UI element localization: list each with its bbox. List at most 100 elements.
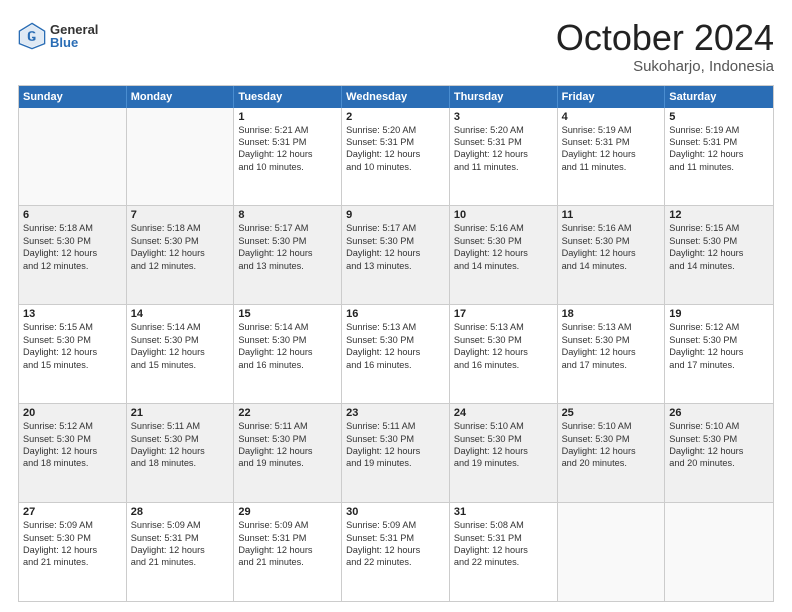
calendar-cell: 13 Sunrise: 5:15 AM Sunset: 5:30 PM Dayli… — [19, 305, 127, 403]
page: General Blue October 2024 Sukoharjo, Ind… — [0, 0, 792, 612]
day-info: Sunrise: 5:12 AM Sunset: 5:30 PM Dayligh… — [669, 322, 743, 369]
day-info: Sunrise: 5:10 AM Sunset: 5:30 PM Dayligh… — [454, 421, 528, 468]
calendar-cell: 20 Sunrise: 5:12 AM Sunset: 5:30 PM Dayli… — [19, 404, 127, 502]
day-number: 22 — [238, 407, 337, 419]
calendar-cell — [558, 503, 666, 601]
calendar-cell: 6Sunrise: 5:18 AM Sunset: 5:30 PM Daylig… — [19, 206, 127, 304]
calendar-row: 20 Sunrise: 5:12 AM Sunset: 5:30 PM Dayli… — [19, 403, 773, 502]
calendar-cell: 16Sunrise: 5:13 AM Sunset: 5:30 PM Dayli… — [342, 305, 450, 403]
calendar-cell: 24 Sunrise: 5:10 AM Sunset: 5:30 PM Dayli… — [450, 404, 558, 502]
calendar-cell: 7 Sunrise: 5:18 AM Sunset: 5:30 PM Daylig… — [127, 206, 235, 304]
day-number: 13 — [23, 308, 122, 320]
calendar-row: 1 Sunrise: 5:21 AM Sunset: 5:31 PM Daylig… — [19, 108, 773, 206]
day-info: Sunrise: 5:10 AM Sunset: 5:30 PM Dayligh… — [562, 421, 636, 468]
day-info: Sunrise: 5:08 AM Sunset: 5:31 PM Dayligh… — [454, 520, 528, 567]
calendar-cell: 28Sunrise: 5:09 AM Sunset: 5:31 PM Dayli… — [127, 503, 235, 601]
day-info: Sunrise: 5:11 AM Sunset: 5:30 PM Dayligh… — [346, 421, 420, 468]
weekday-header: Tuesday — [234, 86, 342, 108]
day-number: 14 — [131, 308, 230, 320]
header: General Blue October 2024 Sukoharjo, Ind… — [18, 18, 774, 75]
day-info: Sunrise: 5:17 AM Sunset: 5:30 PM Dayligh… — [238, 223, 312, 270]
day-number: 29 — [238, 506, 337, 518]
day-number: 5 — [669, 111, 769, 123]
day-info: Sunrise: 5:11 AM Sunset: 5:30 PM Dayligh… — [131, 421, 205, 468]
day-info: Sunrise: 5:09 AM Sunset: 5:31 PM Dayligh… — [346, 520, 420, 567]
day-info: Sunrise: 5:19 AM Sunset: 5:31 PM Dayligh… — [562, 125, 636, 172]
calendar-cell — [19, 108, 127, 206]
calendar-cell: 9Sunrise: 5:17 AM Sunset: 5:30 PM Daylig… — [342, 206, 450, 304]
day-info: Sunrise: 5:09 AM Sunset: 5:30 PM Dayligh… — [23, 520, 97, 567]
day-info: Sunrise: 5:18 AM Sunset: 5:30 PM Dayligh… — [23, 223, 97, 270]
calendar-cell: 23 Sunrise: 5:11 AM Sunset: 5:30 PM Dayli… — [342, 404, 450, 502]
calendar-row: 6Sunrise: 5:18 AM Sunset: 5:30 PM Daylig… — [19, 205, 773, 304]
calendar-cell: 29 Sunrise: 5:09 AM Sunset: 5:31 PM Dayli… — [234, 503, 342, 601]
weekday-header: Monday — [127, 86, 235, 108]
day-number: 17 — [454, 308, 553, 320]
calendar-cell: 15 Sunrise: 5:14 AM Sunset: 5:30 PM Dayli… — [234, 305, 342, 403]
day-number: 20 — [23, 407, 122, 419]
day-number: 28 — [131, 506, 230, 518]
calendar-cell: 31Sunrise: 5:08 AM Sunset: 5:31 PM Dayli… — [450, 503, 558, 601]
day-info: Sunrise: 5:16 AM Sunset: 5:30 PM Dayligh… — [454, 223, 528, 270]
day-info: Sunrise: 5:20 AM Sunset: 5:31 PM Dayligh… — [454, 125, 528, 172]
day-number: 19 — [669, 308, 769, 320]
day-info: Sunrise: 5:13 AM Sunset: 5:30 PM Dayligh… — [454, 322, 528, 369]
day-info: Sunrise: 5:12 AM Sunset: 5:30 PM Dayligh… — [23, 421, 97, 468]
calendar-cell — [127, 108, 235, 206]
day-info: Sunrise: 5:13 AM Sunset: 5:30 PM Dayligh… — [562, 322, 636, 369]
calendar-cell: 22 Sunrise: 5:11 AM Sunset: 5:30 PM Dayli… — [234, 404, 342, 502]
day-info: Sunrise: 5:20 AM Sunset: 5:31 PM Dayligh… — [346, 125, 420, 172]
day-number: 16 — [346, 308, 445, 320]
weekday-header: Friday — [558, 86, 666, 108]
logo-blue-text: Blue — [50, 36, 98, 49]
day-info: Sunrise: 5:17 AM Sunset: 5:30 PM Dayligh… — [346, 223, 420, 270]
calendar: SundayMondayTuesdayWednesdayThursdayFrid… — [18, 85, 774, 602]
day-number: 11 — [562, 209, 661, 221]
day-info: Sunrise: 5:14 AM Sunset: 5:30 PM Dayligh… — [238, 322, 312, 369]
day-number: 3 — [454, 111, 553, 123]
day-info: Sunrise: 5:14 AM Sunset: 5:30 PM Dayligh… — [131, 322, 205, 369]
day-number: 8 — [238, 209, 337, 221]
calendar-row: 13 Sunrise: 5:15 AM Sunset: 5:30 PM Dayli… — [19, 304, 773, 403]
weekday-header: Saturday — [665, 86, 773, 108]
logo-text: General Blue — [50, 23, 98, 49]
day-info: Sunrise: 5:09 AM Sunset: 5:31 PM Dayligh… — [238, 520, 312, 567]
calendar-cell: 12Sunrise: 5:15 AM Sunset: 5:30 PM Dayli… — [665, 206, 773, 304]
calendar-body: 1 Sunrise: 5:21 AM Sunset: 5:31 PM Daylig… — [19, 108, 773, 601]
calendar-cell: 19 Sunrise: 5:12 AM Sunset: 5:30 PM Dayli… — [665, 305, 773, 403]
calendar-cell: 11 Sunrise: 5:16 AM Sunset: 5:30 PM Dayli… — [558, 206, 666, 304]
calendar-header: SundayMondayTuesdayWednesdayThursdayFrid… — [19, 86, 773, 108]
calendar-cell: 1 Sunrise: 5:21 AM Sunset: 5:31 PM Daylig… — [234, 108, 342, 206]
calendar-cell: 2Sunrise: 5:20 AM Sunset: 5:31 PM Daylig… — [342, 108, 450, 206]
calendar-cell: 8 Sunrise: 5:17 AM Sunset: 5:30 PM Daylig… — [234, 206, 342, 304]
day-info: Sunrise: 5:21 AM Sunset: 5:31 PM Dayligh… — [238, 125, 312, 172]
day-number: 23 — [346, 407, 445, 419]
day-number: 30 — [346, 506, 445, 518]
calendar-cell: 5Sunrise: 5:19 AM Sunset: 5:31 PM Daylig… — [665, 108, 773, 206]
day-info: Sunrise: 5:18 AM Sunset: 5:30 PM Dayligh… — [131, 223, 205, 270]
calendar-cell: 27Sunrise: 5:09 AM Sunset: 5:30 PM Dayli… — [19, 503, 127, 601]
day-info: Sunrise: 5:16 AM Sunset: 5:30 PM Dayligh… — [562, 223, 636, 270]
day-number: 1 — [238, 111, 337, 123]
day-number: 4 — [562, 111, 661, 123]
day-number: 26 — [669, 407, 769, 419]
weekday-header: Sunday — [19, 86, 127, 108]
logo-icon — [18, 22, 46, 50]
calendar-cell: 21 Sunrise: 5:11 AM Sunset: 5:30 PM Dayli… — [127, 404, 235, 502]
day-info: Sunrise: 5:11 AM Sunset: 5:30 PM Dayligh… — [238, 421, 312, 468]
day-number: 15 — [238, 308, 337, 320]
calendar-cell: 25 Sunrise: 5:10 AM Sunset: 5:30 PM Dayli… — [558, 404, 666, 502]
day-number: 25 — [562, 407, 661, 419]
day-info: Sunrise: 5:15 AM Sunset: 5:30 PM Dayligh… — [23, 322, 97, 369]
logo: General Blue — [18, 22, 98, 50]
calendar-cell: 10Sunrise: 5:16 AM Sunset: 5:30 PM Dayli… — [450, 206, 558, 304]
day-info: Sunrise: 5:15 AM Sunset: 5:30 PM Dayligh… — [669, 223, 743, 270]
day-info: Sunrise: 5:10 AM Sunset: 5:30 PM Dayligh… — [669, 421, 743, 468]
day-number: 7 — [131, 209, 230, 221]
weekday-header: Wednesday — [342, 86, 450, 108]
day-number: 24 — [454, 407, 553, 419]
calendar-row: 27Sunrise: 5:09 AM Sunset: 5:30 PM Dayli… — [19, 502, 773, 601]
calendar-cell: 26 Sunrise: 5:10 AM Sunset: 5:30 PM Dayli… — [665, 404, 773, 502]
day-number: 21 — [131, 407, 230, 419]
calendar-cell: 14 Sunrise: 5:14 AM Sunset: 5:30 PM Dayli… — [127, 305, 235, 403]
